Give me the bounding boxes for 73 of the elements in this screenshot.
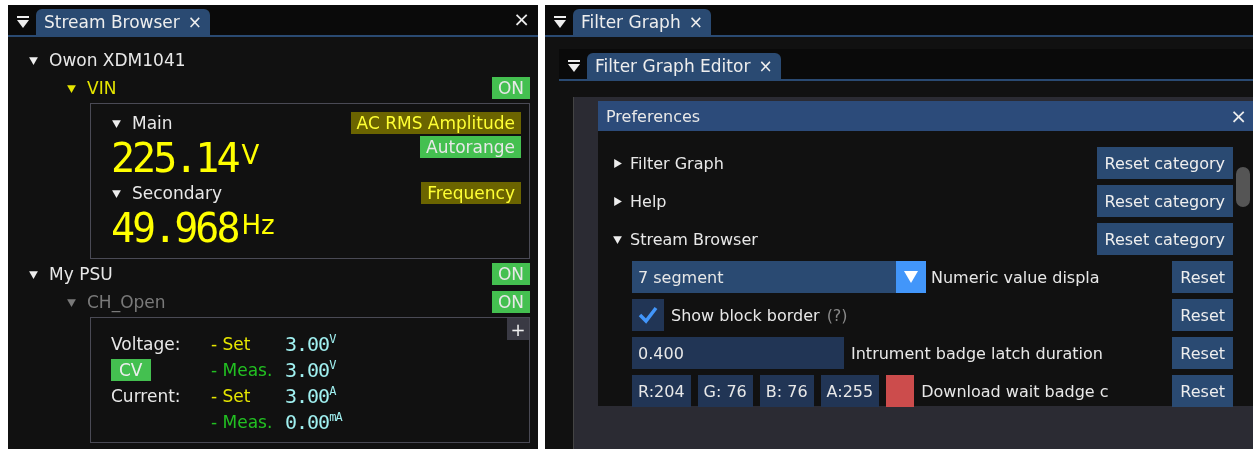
menu-icon[interactable] xyxy=(567,59,581,73)
reset-button[interactable]: Reset xyxy=(1172,299,1233,331)
expanded-triangle-icon[interactable] xyxy=(28,268,39,280)
status-badge: ON xyxy=(491,291,530,313)
segment-readout: 3.00$^{A}$ xyxy=(285,384,337,408)
checkbox[interactable] xyxy=(632,299,664,331)
panel-tab[interactable]: Stream Browser × xyxy=(36,9,211,35)
mode-badge: CV xyxy=(111,359,151,381)
setting-label: Download wait badge c xyxy=(921,381,1109,401)
expanded-triangle-icon[interactable] xyxy=(66,82,77,94)
category-name[interactable]: Filter Graph xyxy=(630,153,724,173)
close-icon[interactable]: × xyxy=(758,56,773,76)
color-component-field[interactable]: G: 76 xyxy=(697,375,753,407)
close-button[interactable]: × xyxy=(513,9,530,29)
collapsed-triangle-icon[interactable] xyxy=(612,157,623,169)
color-component-field[interactable]: A:255 xyxy=(820,375,880,407)
expanded-triangle-icon[interactable] xyxy=(111,117,122,129)
expanded-triangle-icon[interactable] xyxy=(612,233,623,245)
reading-name: Main xyxy=(132,113,173,133)
reset-button[interactable]: Reset xyxy=(1172,375,1233,407)
checkbox-label[interactable]: Show block border xyxy=(671,305,820,325)
unit-label: V xyxy=(241,140,260,170)
setting-label: Intrument badge latch duration xyxy=(851,343,1103,363)
panel-tab[interactable]: Filter Graph × xyxy=(573,9,711,35)
reset-category-button[interactable]: Reset category xyxy=(1096,147,1233,179)
status-badge: ON xyxy=(491,77,530,99)
quantity-label: Current: xyxy=(111,386,182,406)
menu-icon[interactable] xyxy=(16,15,30,29)
instrument-name[interactable]: My PSU xyxy=(49,264,113,284)
add-button[interactable]: + xyxy=(507,318,529,340)
value-kind-label: - Set xyxy=(211,334,252,354)
category-name[interactable]: Help xyxy=(630,191,667,211)
segment-readout: 3.00$^{V}$ xyxy=(285,332,337,356)
segment-readout: 3.00$^{V}$ xyxy=(285,358,337,382)
color-component-field[interactable]: R:204 xyxy=(632,375,691,407)
segment-readout: 0.00$^{mA}$ xyxy=(285,410,344,434)
mode-badge[interactable]: Frequency xyxy=(421,182,521,204)
dropdown[interactable]: 7 segment xyxy=(632,261,924,293)
reset-category-button[interactable]: Reset category xyxy=(1096,223,1233,255)
status-badge: ON xyxy=(491,263,530,285)
expanded-triangle-icon[interactable] xyxy=(111,187,122,199)
instrument-name[interactable]: Owon XDM1041 xyxy=(49,50,186,70)
scrollbar-thumb[interactable] xyxy=(1236,167,1250,207)
help-marker[interactable]: (?) xyxy=(826,305,848,325)
unit-label: Hz xyxy=(241,210,275,240)
color-swatch[interactable] xyxy=(886,375,915,407)
reading-name: Secondary xyxy=(132,183,223,203)
channel-name[interactable]: VIN xyxy=(87,78,117,98)
menu-icon[interactable] xyxy=(553,15,567,29)
reset-button[interactable]: Reset xyxy=(1172,337,1233,369)
mode-badge[interactable]: AC RMS Amplitude xyxy=(350,112,521,134)
value-kind-label: - Meas. xyxy=(211,360,274,380)
expanded-triangle-icon[interactable] xyxy=(28,54,39,66)
close-icon[interactable]: × xyxy=(187,12,203,32)
value-kind-label: - Set xyxy=(211,386,252,406)
channel-name[interactable]: CH_Open xyxy=(87,292,166,312)
category-name[interactable]: Stream Browser xyxy=(630,229,758,249)
segment-readout: 49.968 xyxy=(111,206,238,250)
reset-category-button[interactable]: Reset category xyxy=(1096,185,1233,217)
reset-button[interactable]: Reset xyxy=(1172,261,1233,293)
setting-label: Numeric value displa xyxy=(931,267,1100,287)
close-icon[interactable]: × xyxy=(688,12,703,32)
caret-icon xyxy=(904,271,918,283)
segment-readout: 225.14 xyxy=(111,136,238,180)
close-button[interactable]: × xyxy=(1230,106,1247,126)
dialog-title: Preferences xyxy=(606,106,701,126)
collapsed-triangle-icon[interactable] xyxy=(612,195,623,207)
color-component-field[interactable]: B: 76 xyxy=(759,375,814,407)
checkmark-icon xyxy=(638,306,658,324)
panel-tab[interactable]: Filter Graph Editor × xyxy=(587,53,781,79)
input-field[interactable]: 0.400 xyxy=(632,337,844,369)
value-kind-label: - Meas. xyxy=(211,412,274,432)
quantity-label: Voltage: xyxy=(111,334,182,354)
